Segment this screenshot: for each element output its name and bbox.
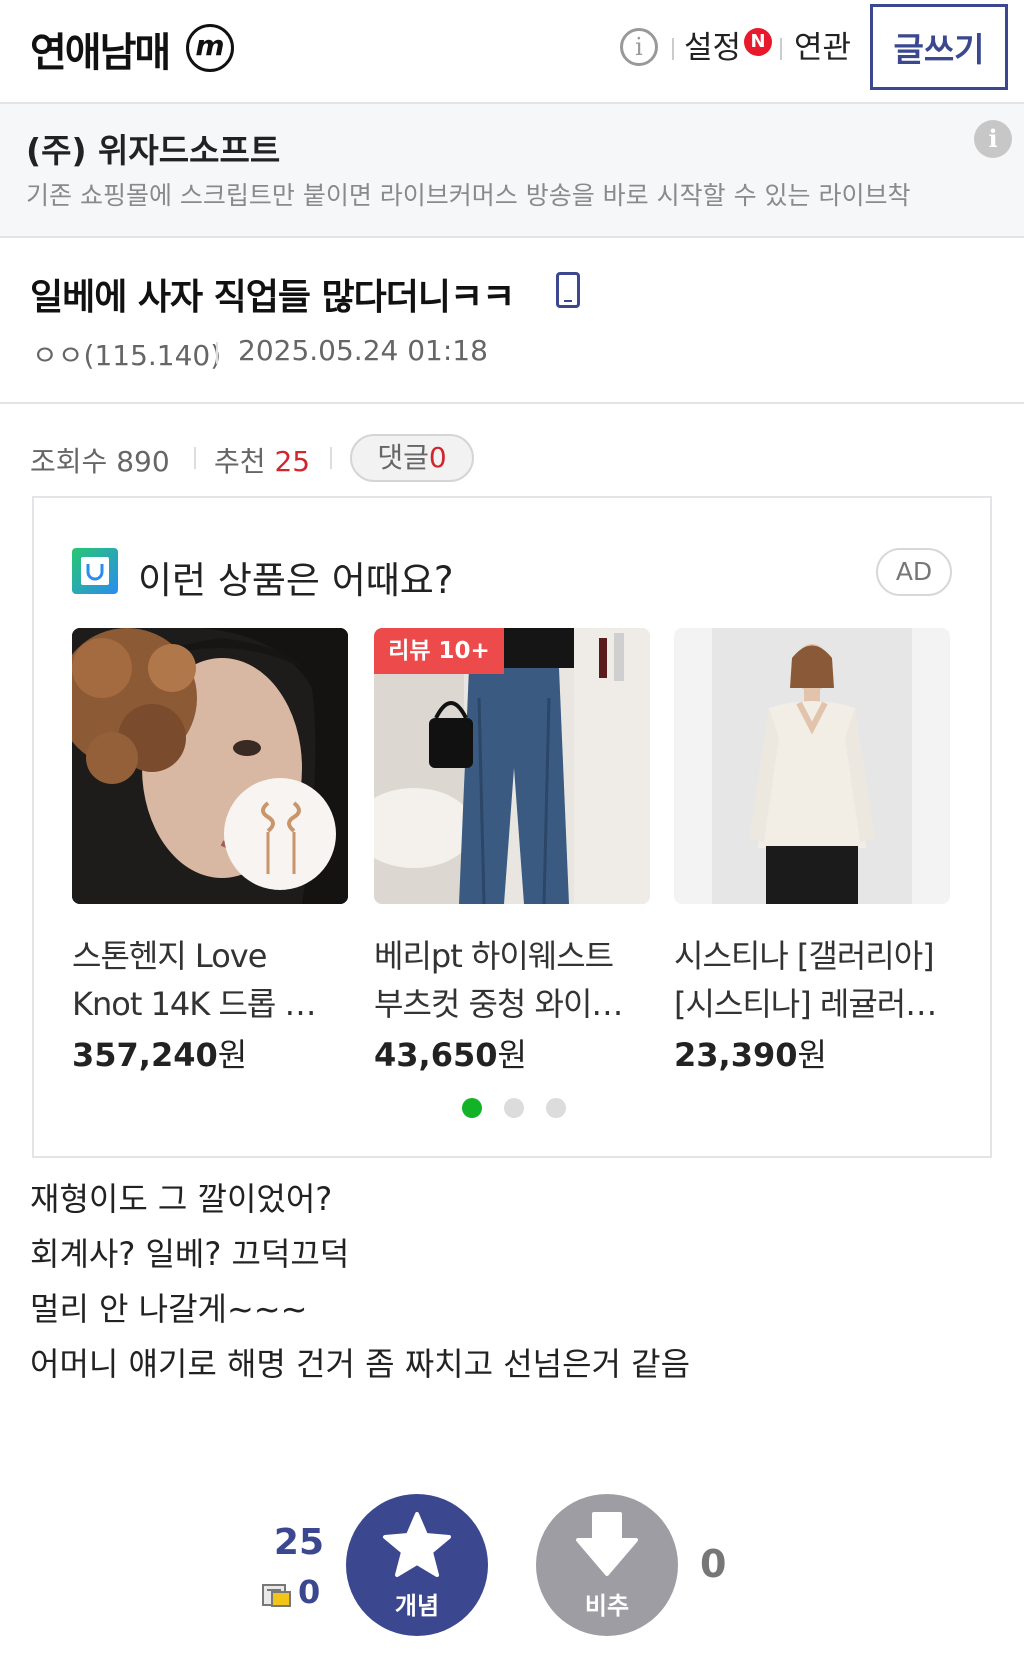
banner-title: (주) 위자드소프트 [26,131,281,170]
product-name-line: 시스티나 [갤러리아] [674,937,935,975]
ad-heading: 이런 상품은 어때요? [138,559,454,602]
post-body: 재형이도 그 깔이었어? 회계사? 일베? 끄덕끄덕 멀리 안 나갈게~~~ 어… [30,1172,690,1392]
comment-value: 0 [428,441,447,474]
carousel-dot[interactable] [462,1098,482,1118]
product-card[interactable]: 리뷰 10+ 베리pt 하이웨스트 부츠컷 중청 와이… 43,650원 [374,628,650,1076]
product-card[interactable]: 시스티나 [갤러리아] [시스티나] 레귤러… 23,390원 [674,628,950,1076]
downvote-label: 비추 [584,1593,630,1620]
product-image [72,628,348,904]
recommend-value: 25 [274,445,311,478]
section-divider [0,402,1024,404]
mobile-icon [556,272,580,308]
carousel-dot[interactable] [546,1098,566,1118]
gallery-logo[interactable]: 연애남매 [30,20,171,78]
price-unit: 원 [217,1036,248,1074]
price-unit: 원 [497,1036,527,1074]
product-name: 시스티나 [갤러리아] [시스티나] 레귤러… [674,932,950,1028]
post-body-line: 어머니 얘기로 해명 건거 좀 짜치고 선넘은거 같음 [30,1345,691,1383]
related-button[interactable]: 연관 [794,22,851,67]
fixed-upvote-icon [262,1584,291,1607]
write-button[interactable]: 글쓰기 [870,4,1008,90]
product-name-line: Knot 14K 드롭 … [72,985,317,1023]
upvote-button[interactable]: 개념 [346,1494,488,1636]
top-header: 연애남매 m i 설정 N 연관 글쓰기 [0,0,1024,104]
product-name: 베리pt 하이웨스트 부츠컷 중청 와이… [374,932,650,1028]
product-card[interactable]: 스톤헨지 Love Knot 14K 드롭 … 357,240원 [72,628,348,1076]
comment-count-button[interactable]: 댓글0 [350,434,474,482]
downvote-count: 0 [700,1542,727,1586]
product-image [674,628,950,904]
shopping-bag-icon [72,548,118,594]
post-body-line: 멀리 안 나갈게~~~ [30,1290,308,1328]
price-value: 43,650 [374,1036,498,1074]
stat-divider [330,447,332,469]
product-name-line: 베리pt 하이웨스트 [374,937,614,975]
comment-label: 댓글 [377,441,429,474]
stat-divider [194,447,196,469]
header-divider [672,38,674,60]
product-name-line: [시스티나] 레귤러… [674,985,937,1023]
post-title: 일베에 사자 직업들 많다더니ㅋㅋ [30,277,515,318]
post-body-line: 재형이도 그 깔이었어? [30,1180,333,1218]
product-name: 스톤헨지 Love Knot 14K 드롭 … [72,932,348,1028]
product-image: 리뷰 10+ [374,628,650,904]
star-icon [383,1512,451,1577]
meta-divider [216,342,218,364]
fixed-upvote-count: 0 [298,1573,321,1611]
downvote-button[interactable]: 비추 [536,1494,678,1636]
product-name-line: 부츠컷 중청 와이… [374,985,623,1023]
product-price: 43,650원 [374,1030,650,1076]
info-icon[interactable]: i [974,120,1012,158]
view-count-label: 조회수 [30,445,108,478]
post-date: 2025.05.24 01:18 [238,334,488,367]
settings-button[interactable]: 설정 [684,22,741,67]
upvote-count: 25 [273,1522,324,1563]
recommend-count: 추천 25 [214,440,310,480]
minor-gallery-icon: m [186,24,234,72]
post-author[interactable]: ㅇㅇ(115.140) [32,334,221,374]
carousel-dot[interactable] [504,1098,524,1118]
post-body-line: 회계사? 일베? 끄덕끄덕 [30,1235,350,1273]
price-value: 23,390 [674,1036,798,1074]
recommend-label: 추천 [214,445,266,478]
arrow-down-icon [576,1512,638,1576]
price-value: 357,240 [72,1036,218,1074]
upvote-label: 개념 [394,1593,440,1620]
price-unit: 원 [797,1036,827,1074]
product-price: 23,390원 [674,1030,950,1076]
review-tag: 리뷰 10+ [374,628,504,674]
ad-banner[interactable]: (주) 위자드소프트 기존 쇼핑몰에 스크립트만 붙이면 라이브커머스 방송을 … [0,104,1024,238]
product-name-line: 스톤헨지 Love [72,937,267,975]
product-ad-box: 이런 상품은 어때요? AD 스톤헨지 Love Knot 14K 드롭 … 3… [32,496,992,1158]
view-count: 조회수 890 [30,440,170,480]
new-badge: N [744,28,772,56]
info-icon[interactable]: i [620,28,658,66]
header-divider [780,38,782,60]
product-price: 357,240원 [72,1030,348,1076]
banner-description: 기존 쇼핑몰에 스크립트만 붙이면 라이브커머스 방송을 바로 시작할 수 있는… [26,181,911,210]
ad-badge[interactable]: AD [876,548,952,596]
view-count-value: 890 [116,445,170,478]
